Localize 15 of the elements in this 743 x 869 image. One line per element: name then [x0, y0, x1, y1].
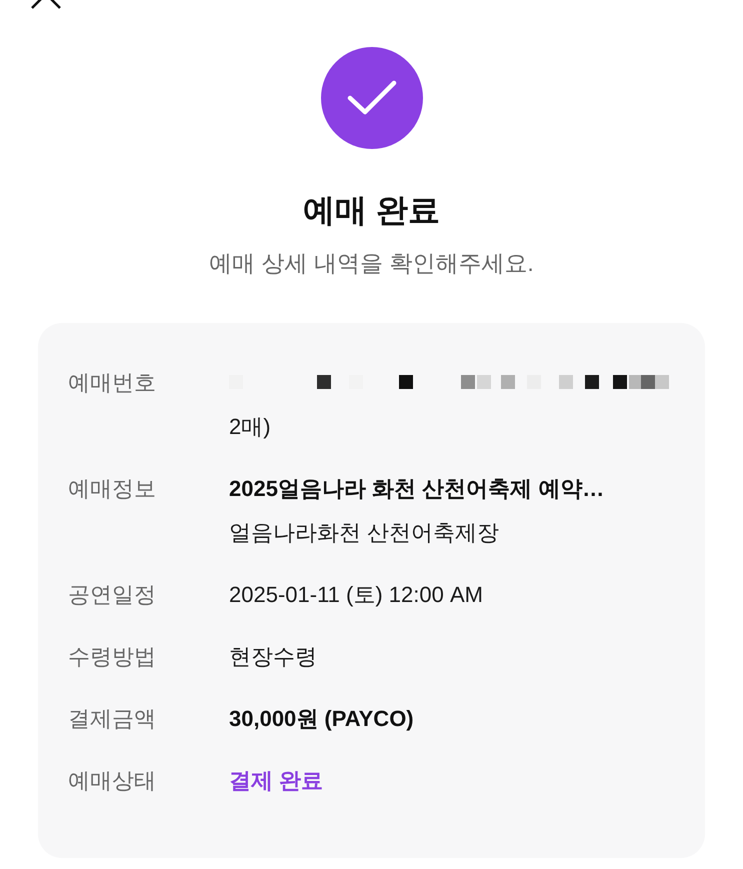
detail-label: 공연일정 [68, 581, 157, 609]
detail-label: 결제금액 [68, 705, 157, 733]
page-subtitle: 예매 상세 내역을 확인해주세요. [209, 249, 534, 278]
detail-value: 결제 완료 [229, 767, 324, 795]
detail-value: 2매) [229, 413, 272, 441]
detail-value: 현장수령 [229, 643, 317, 671]
detail-label: 수령방법 [68, 643, 157, 671]
detail-value: 2025얼음나라 화천 산천어축제 예약… [229, 475, 604, 503]
detail-value: 얼음나라화천 산천어축제장 [229, 519, 500, 547]
detail-label: 예매정보 [68, 475, 157, 503]
page-title: 예매 완료 [303, 191, 440, 230]
detail-value: 2025-01-11 (토) 12:00 AM [229, 581, 483, 609]
detail-value: 30,000원 (PAYCO) [229, 705, 414, 733]
detail-label: 예매번호 [68, 369, 157, 397]
detail-label: 예매상태 [68, 767, 157, 795]
